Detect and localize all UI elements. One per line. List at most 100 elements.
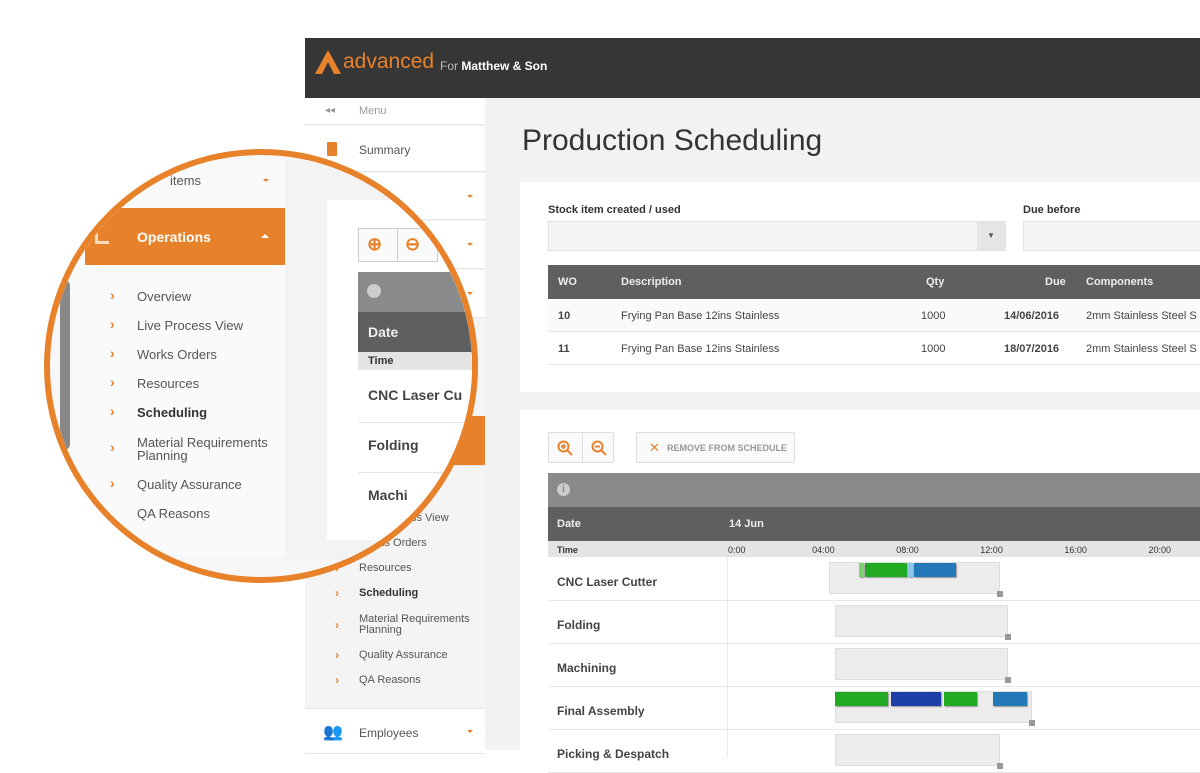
schedule-bar[interactable] xyxy=(890,692,941,706)
due-before-input[interactable] xyxy=(1023,221,1200,251)
table-row[interactable]: 10 Frying Pan Base 12ins Stainless 1000 14/… xyxy=(548,299,1200,332)
date-value: 14 Jun xyxy=(729,518,764,530)
resize-handle[interactable] xyxy=(1005,677,1012,683)
lens-sub-item[interactable]: Scheduling xyxy=(137,406,277,419)
page-title: Production Scheduling xyxy=(522,124,823,157)
zoom-in-button[interactable] xyxy=(549,433,581,463)
date-row: Date 14 Jun xyxy=(548,507,1200,541)
lens-sub-item[interactable]: QA Reasons xyxy=(137,507,277,520)
chevron-right-icon: › xyxy=(335,586,339,600)
magnifier-lens: items Operations › Overview › Live Process … xyxy=(44,149,478,583)
schedule-bar[interactable] xyxy=(858,563,864,577)
time-tick: 16:00 xyxy=(1064,545,1087,555)
lens-machining: Machi xyxy=(368,487,408,503)
schedule-bar[interactable] xyxy=(944,692,978,706)
zoom-out-button[interactable] xyxy=(582,433,614,463)
time-row: Time 0:00 04:00 08:00 12:00 16:00 20:00 xyxy=(548,541,1200,557)
collapse-icon: ◂◂ xyxy=(325,105,336,116)
zoom-out-icon[interactable]: ⊖ xyxy=(405,234,420,255)
lens-folding: Folding xyxy=(368,437,419,453)
info-icon[interactable] xyxy=(367,284,381,298)
caret-down-icon xyxy=(263,179,269,182)
cell-qty: 1000 xyxy=(921,310,946,322)
caret-down-icon xyxy=(467,730,473,733)
col-due[interactable]: Due xyxy=(1045,276,1066,288)
time-tick: 12:00 xyxy=(980,545,1003,555)
schedule-bar[interactable] xyxy=(835,692,888,706)
sub-resources[interactable]: Resources xyxy=(359,563,412,574)
cell-due: 18/07/2016 xyxy=(1004,343,1060,355)
sidebar-item-employees[interactable]: 👥 Employees xyxy=(305,708,485,754)
chevron-right-icon: › xyxy=(110,403,115,419)
lens-sub-item[interactable]: Works Orders xyxy=(137,348,277,361)
lens-sub-item[interactable]: Material Requirements Planning xyxy=(137,436,277,462)
col-qty[interactable]: Qty xyxy=(926,276,944,288)
schedule-bar[interactable] xyxy=(914,563,956,577)
chevron-right-icon: › xyxy=(335,648,339,662)
main-content: Production Scheduling Stock item created… xyxy=(485,98,1200,773)
schedule-bar[interactable] xyxy=(907,563,914,577)
resize-handle[interactable] xyxy=(1005,634,1012,640)
sub-mrp[interactable]: Material Requirements Planning xyxy=(359,614,479,636)
remove-from-schedule-button[interactable]: ✕ REMOVE FROM SCHEDULE xyxy=(636,432,795,463)
app-header: advanced For Matthew & Son xyxy=(305,38,1200,98)
filter-card: Stock item created / used ▼ Due before W… xyxy=(520,182,1200,392)
company-label: For Matthew & Son xyxy=(440,59,548,73)
resize-handle[interactable] xyxy=(996,591,1003,597)
lens-sub-item[interactable]: Resources xyxy=(137,377,277,390)
stock-filter-label: Stock item created / used xyxy=(548,204,681,216)
dropdown-arrow-icon[interactable]: ▼ xyxy=(977,222,1005,250)
sub-quality-assurance[interactable]: Quality Assurance xyxy=(359,650,448,661)
cell-description: Frying Pan Base 12ins Stainless xyxy=(621,310,780,322)
scrollbar[interactable] xyxy=(60,280,70,450)
col-description[interactable]: Description xyxy=(621,276,682,288)
table-header: WO Description Qty Due Components xyxy=(548,265,1200,299)
lens-sub-item[interactable]: Live Process View xyxy=(137,319,277,332)
resource-label: Picking & Despatch xyxy=(557,747,670,761)
menu-toggle[interactable]: ◂◂ Menu xyxy=(305,98,485,125)
cell-components: 2mm Stainless Steel S xyxy=(1086,310,1197,322)
availability-window[interactable] xyxy=(835,648,1012,683)
lens-sub-item[interactable]: Quality Assurance xyxy=(137,478,277,491)
chevron-right-icon: › xyxy=(110,287,115,303)
resource-label: Machining xyxy=(557,661,617,675)
document-icon xyxy=(327,142,337,156)
resize-handle[interactable] xyxy=(996,763,1003,769)
info-icon[interactable]: i xyxy=(557,483,570,496)
zoom-in-icon xyxy=(557,440,573,456)
resize-handle[interactable] xyxy=(1028,720,1035,726)
resource-label: Folding xyxy=(557,618,601,632)
due-before-label: Due before xyxy=(1023,204,1081,216)
info-bar: i xyxy=(548,473,1200,507)
time-tick: 0:00 xyxy=(728,545,746,555)
lens-sub-item[interactable]: Overview xyxy=(137,290,277,303)
schedule-bar[interactable] xyxy=(864,563,907,577)
table-row[interactable]: 11 Frying Pan Base 12ins Stainless 1000 18/… xyxy=(548,332,1200,365)
chevron-right-icon: › xyxy=(110,374,115,390)
cell-components: 2mm Stainless Steel S xyxy=(1086,343,1197,355)
stock-item-select[interactable]: ▼ xyxy=(548,221,1006,251)
schedule-bar[interactable] xyxy=(993,692,1027,706)
col-components[interactable]: Components xyxy=(1086,276,1153,288)
chevron-right-icon: › xyxy=(110,345,115,361)
scheduler-card: ✕ REMOVE FROM SCHEDULE i Date 14 Jun Tim… xyxy=(520,410,1200,773)
chevron-right-icon: › xyxy=(110,316,115,332)
col-wo[interactable]: WO xyxy=(558,276,577,288)
close-icon: ✕ xyxy=(649,440,660,455)
availability-window[interactable] xyxy=(835,734,1003,769)
resource-label: CNC Laser Cutter xyxy=(557,575,658,589)
cell-description: Frying Pan Base 12ins Stainless xyxy=(621,343,780,355)
lens-operations-item[interactable]: Operations xyxy=(85,208,285,265)
sub-qa-reasons[interactable]: QA Reasons xyxy=(359,675,421,686)
bar-chart-icon xyxy=(95,228,109,244)
zoom-in-icon[interactable]: ⊕ xyxy=(367,234,382,255)
cell-wo: 11 xyxy=(558,343,570,355)
chevron-right-icon: › xyxy=(110,439,115,455)
sub-scheduling[interactable]: Scheduling xyxy=(359,588,418,599)
cell-qty: 1000 xyxy=(921,343,946,355)
resource-label: Final Assembly xyxy=(557,704,645,718)
lens-stock-items: items xyxy=(170,173,202,188)
gantt-body: CNC Laser Cutter Folding Machining Final As… xyxy=(548,557,1200,773)
availability-window[interactable] xyxy=(835,605,1012,640)
cell-wo: 10 xyxy=(558,310,571,322)
